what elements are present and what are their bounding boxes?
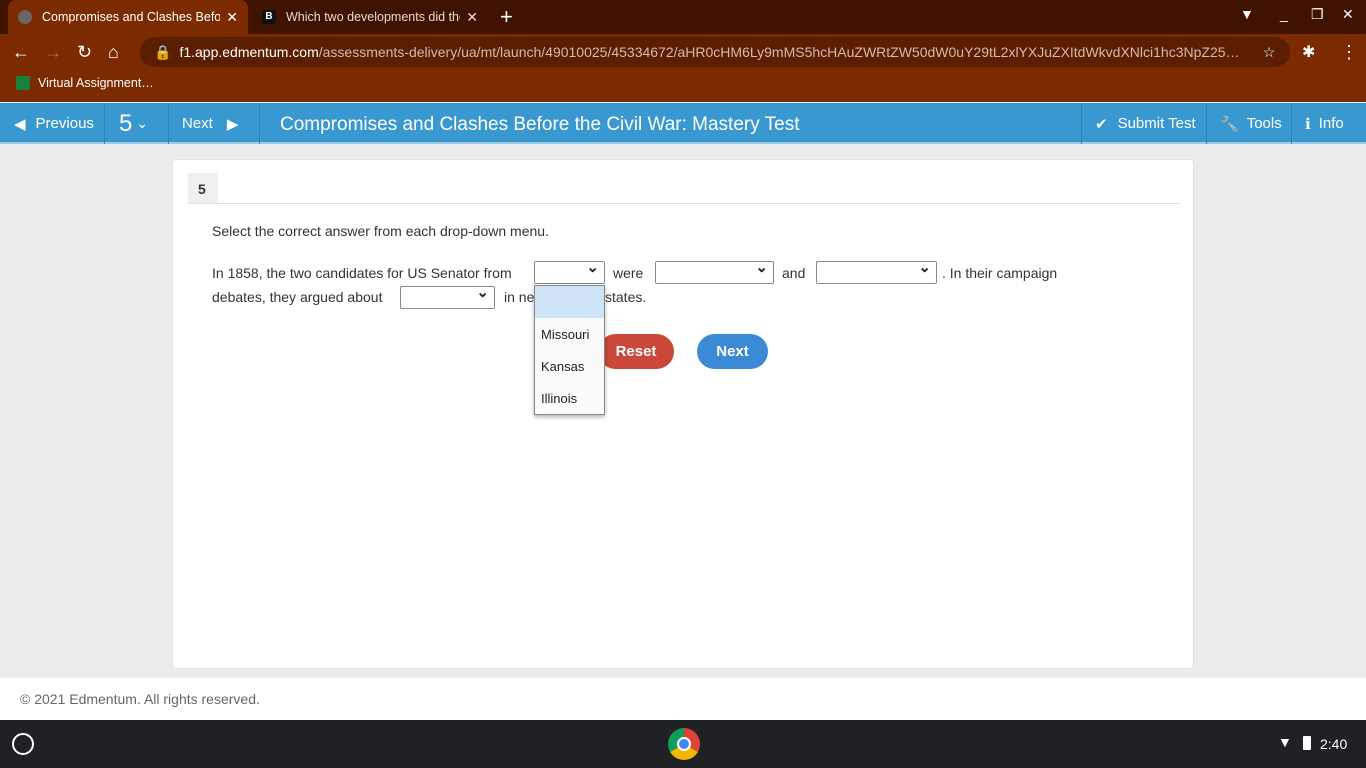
reset-button[interactable]: Reset [598, 334, 674, 369]
edmentum-favicon-icon [18, 10, 32, 24]
arrow-right-circle-icon: ▶ [226, 115, 239, 133]
next-nav-button[interactable]: Next ▶ [169, 103, 260, 144]
next-label: Next [182, 115, 213, 132]
profile-menu-icon[interactable]: ▼ [1240, 6, 1254, 22]
candidate-1-dropdown[interactable] [655, 258, 774, 284]
question-number-badge: 5 [188, 173, 218, 203]
info-button[interactable]: ℹ Info [1292, 103, 1366, 144]
topic-dropdown[interactable] [400, 283, 495, 309]
classroom-icon [16, 76, 30, 90]
instruction: Select the correct answer from each drop… [212, 223, 549, 239]
battery-icon [1303, 736, 1311, 750]
back-icon[interactable]: ← [12, 42, 30, 63]
question-text: and [782, 265, 806, 281]
star-icon[interactable]: ☆ [1263, 44, 1276, 61]
wifi-icon: ▼ [1278, 734, 1292, 750]
question-text: in ne [504, 289, 535, 305]
question-text: states. [605, 289, 647, 305]
test-title: Compromises and Clashes Before the Civil… [280, 114, 800, 135]
chrome-icon[interactable] [668, 728, 700, 760]
info-label: Info [1318, 115, 1344, 132]
tab-title: Which two developments did the [286, 10, 461, 24]
question-text: debates, they argued about [212, 289, 383, 305]
test-nav-bar: ◀ Previous 5 ⌄ Next ▶ Compromises and Clash… [0, 103, 1366, 144]
previous-button[interactable]: ◀ Previous [0, 103, 105, 144]
question-text: were [613, 265, 644, 281]
close-tab-icon[interactable]: ✕ [466, 9, 478, 26]
submit-test-button[interactable]: ✔ Submit Test [1081, 103, 1207, 144]
option-missouri[interactable]: Missouri [535, 318, 604, 350]
bookmark-label: Virtual Assignment… [38, 76, 154, 90]
address-bar[interactable]: 🔒 f1.app.edmentum.com/assessments-deliver… [140, 37, 1290, 67]
extensions-icon[interactable]: ✱ [1302, 42, 1315, 62]
next-button[interactable]: Next [697, 334, 768, 369]
browser-tab-strip: Compromises and Clashes Befo ✕ B Which two… [0, 0, 1366, 34]
browser-toolbar: ← → ↻ ⌂ 🔒 f1.app.edmentum.com/assessments… [0, 34, 1366, 102]
question-number: 5 [119, 109, 133, 137]
state-dropdown-options: Missouri Kansas Illinois [534, 285, 605, 415]
state-dropdown[interactable] [534, 258, 605, 284]
os-shelf: ▼ 2:40 [0, 720, 1366, 768]
forward-icon[interactable]: → [44, 42, 62, 63]
home-icon[interactable]: ⌂ [108, 42, 119, 63]
info-icon: ℹ [1305, 115, 1311, 133]
url-host: f1.app.edmentum.com [179, 44, 319, 60]
question-select[interactable]: 5 ⌄ [105, 103, 169, 144]
restore-icon[interactable]: ❐ [1311, 6, 1324, 23]
candidate-2-dropdown[interactable] [816, 258, 937, 284]
brainly-favicon-icon: B [262, 10, 276, 24]
option-kansas[interactable]: Kansas [535, 350, 604, 382]
close-window-icon[interactable]: ✕ [1342, 6, 1354, 23]
tab-title: Compromises and Clashes Befo [42, 10, 221, 24]
option-illinois[interactable]: Illinois [535, 382, 604, 414]
divider [188, 203, 1180, 204]
new-tab-icon[interactable]: + [500, 4, 513, 30]
launcher-icon[interactable] [12, 733, 34, 755]
question-text: . In their campaign [942, 265, 1058, 281]
footer-copyright: © 2021 Edmentum. All rights reserved. [0, 678, 1366, 720]
bookmark-virtual-assignment[interactable]: Virtual Assignment… [16, 76, 154, 90]
close-tab-icon[interactable]: ✕ [226, 9, 238, 26]
lock-icon: 🔒 [154, 43, 172, 60]
tools-label: Tools [1246, 115, 1282, 132]
question-text: In 1858, the two candidates for US Senat… [212, 265, 512, 281]
tools-button[interactable]: 🔧 Tools [1207, 103, 1292, 144]
arrow-left-circle-icon: ◀ [14, 115, 26, 133]
option-blank[interactable] [535, 286, 604, 318]
url-path: /assessments-delivery/ua/mt/launch/49010… [318, 44, 1240, 60]
reload-icon[interactable]: ↻ [77, 42, 92, 63]
minimize-icon[interactable]: _ [1280, 6, 1288, 22]
browser-tab-active[interactable]: Compromises and Clashes Befo ✕ [8, 0, 248, 34]
wrench-icon: 🔧 [1220, 115, 1239, 133]
submit-label: Submit Test [1117, 115, 1196, 132]
previous-label: Previous [35, 115, 94, 132]
clock[interactable]: 2:40 [1320, 736, 1347, 752]
browser-tab[interactable]: B Which two developments did the ✕ [252, 0, 488, 34]
chevron-down-icon: ⌄ [136, 115, 149, 131]
menu-icon[interactable]: ⋮ [1340, 42, 1358, 63]
check-circle-icon: ✔ [1095, 115, 1108, 133]
